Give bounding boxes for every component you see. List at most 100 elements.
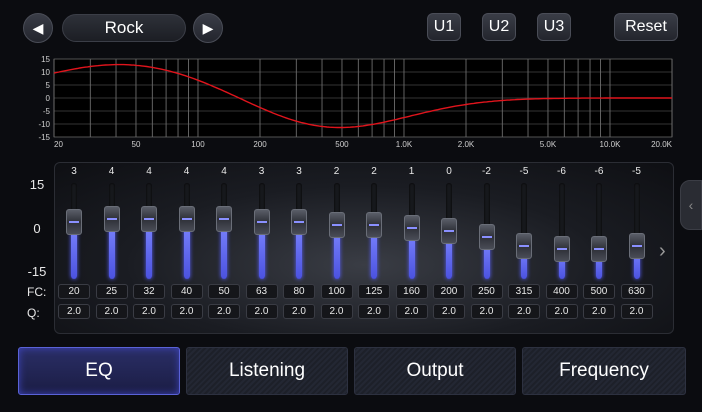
band-fc-field[interactable]: 125 [358, 284, 390, 299]
graph-x-tick: 20.0K [651, 140, 673, 149]
band-gain-value: 0 [446, 166, 452, 177]
band-gain-value: 4 [183, 166, 190, 177]
band-slider-knob[interactable] [478, 224, 495, 250]
band-slider-knob[interactable] [253, 209, 270, 235]
band-q-field[interactable]: 2.0 [395, 304, 428, 319]
band-q-field[interactable]: 2.0 [245, 304, 278, 319]
band-fc-field[interactable]: 315 [508, 284, 540, 299]
band-gain-value: 2 [371, 166, 377, 177]
u3-button[interactable]: U3 [537, 13, 571, 41]
band-q-field[interactable]: 2.0 [58, 304, 90, 319]
band-fc-field[interactable]: 400 [545, 284, 578, 299]
band-q-field[interactable]: 2.0 [95, 304, 128, 319]
q-row-label: Q: [27, 306, 40, 320]
band-fc-field[interactable]: 250 [470, 284, 503, 299]
band-gain-value: 3 [296, 166, 302, 177]
band-slider-knob[interactable] [366, 212, 382, 238]
band-slider-knob[interactable] [291, 209, 307, 235]
band-slider-knob[interactable] [403, 215, 420, 241]
band-fc-field[interactable]: 80 [283, 284, 315, 299]
gain-zero-label: 0 [33, 221, 41, 236]
prev-preset-button[interactable]: ◀ [23, 13, 53, 43]
band-slider-knob[interactable] [591, 236, 607, 262]
u2-button[interactable]: U2 [482, 13, 516, 41]
band-gain-value: 1 [408, 166, 415, 177]
band-q-field[interactable]: 2.0 [470, 304, 503, 319]
band-gain-value: -5 [632, 166, 641, 177]
band-q-field[interactable]: 2.0 [170, 304, 203, 319]
graph-x-tick: 200 [253, 140, 267, 149]
band-gain-value: 3 [71, 166, 77, 177]
tab-listening[interactable]: Listening [186, 347, 348, 395]
band-q-field[interactable]: 2.0 [433, 304, 465, 319]
band-q-field[interactable]: 2.0 [620, 304, 653, 319]
band-gain-value: 4 [221, 166, 227, 177]
band-q-field[interactable]: 2.0 [320, 304, 353, 319]
graph-x-tick: 50 [132, 140, 141, 149]
graph-y-tick: 5 [46, 81, 51, 90]
graph-x-tick: 10.0K [600, 140, 622, 149]
preset-name: Rock [62, 14, 186, 42]
tab-frequency[interactable]: Frequency [522, 347, 686, 395]
band-slider-knob[interactable] [178, 206, 195, 232]
graph-y-tick: -10 [38, 120, 50, 129]
graph-x-tick: 100 [191, 140, 205, 149]
band-gain-value: 4 [146, 166, 152, 177]
band-slider-knob[interactable] [141, 206, 157, 232]
band-fc-field[interactable]: 200 [433, 284, 465, 299]
graph-y-tick: -5 [43, 107, 51, 116]
chevron-left-icon: ‹ [688, 197, 694, 213]
band-fc-field[interactable]: 500 [583, 284, 615, 299]
chevron-right-icon: ▶ [202, 19, 214, 36]
band-slider-knob[interactable] [328, 212, 345, 238]
band-fc-field[interactable]: 32 [133, 284, 165, 299]
top-bar: ◀ Rock ▶ U1 U2 U3 Reset [0, 0, 702, 56]
chevron-left-icon: ◀ [32, 19, 44, 36]
band-slider-knob[interactable] [103, 206, 120, 232]
gain-max-label: 15 [29, 177, 45, 192]
tab-eq[interactable]: EQ [18, 347, 180, 395]
band-slider-knob[interactable] [516, 233, 532, 259]
tab-output[interactable]: Output [354, 347, 516, 395]
band-q-field[interactable]: 2.0 [545, 304, 578, 319]
graph-x-tick: 1.0K [396, 140, 413, 149]
band-fc-field[interactable]: 100 [320, 284, 353, 299]
band-gain-value: 4 [108, 166, 115, 177]
band-q-field[interactable]: 2.0 [508, 304, 540, 319]
band-slider-knob[interactable] [553, 236, 570, 262]
side-drawer-handle[interactable]: ‹ [680, 180, 702, 230]
band-fc-field[interactable]: 25 [95, 284, 128, 299]
band-gain-value: -5 [519, 166, 529, 177]
band-fc-field[interactable]: 160 [395, 284, 428, 299]
band-fc-field[interactable]: 630 [620, 284, 653, 299]
graph-y-tick: -15 [38, 133, 50, 142]
band-slider-knob[interactable] [66, 209, 82, 235]
band-slider-knob[interactable] [441, 218, 457, 244]
band-slider-knob[interactable] [628, 233, 645, 259]
band-gain-value: -2 [482, 166, 491, 177]
band-fc-field[interactable]: 63 [245, 284, 278, 299]
u1-button[interactable]: U1 [427, 13, 461, 41]
band-q-field[interactable]: 2.0 [208, 304, 240, 319]
next-preset-button[interactable]: ▶ [193, 13, 223, 43]
reset-button[interactable]: Reset [614, 13, 678, 41]
band-q-field[interactable]: 2.0 [283, 304, 315, 319]
graph-y-tick: 0 [46, 94, 51, 103]
band-q-field[interactable]: 2.0 [358, 304, 390, 319]
band-gain-value: 2 [333, 166, 340, 177]
band-fc-field[interactable]: 40 [170, 284, 203, 299]
graph-y-tick: 10 [41, 68, 50, 77]
eq-curve-graph: 151050-5-10-15 20 50 100 200 500 1.0K 2.0K 5.0K… [38, 56, 673, 149]
band-gain-value: 3 [258, 166, 265, 177]
graph-x-tick: 5.0K [540, 140, 557, 149]
band-gain-value: -6 [557, 166, 566, 177]
band-q-field[interactable]: 2.0 [583, 304, 615, 319]
band-fc-field[interactable]: 20 [58, 284, 90, 299]
band-q-field[interactable]: 2.0 [133, 304, 165, 319]
chevron-right-icon[interactable]: › [659, 240, 666, 263]
gain-min-label: -15 [27, 264, 47, 279]
band-fc-field[interactable]: 50 [208, 284, 240, 299]
band-gain-value: -6 [594, 166, 604, 177]
graph-y-tick: 15 [41, 56, 50, 64]
band-slider-knob[interactable] [216, 206, 232, 232]
